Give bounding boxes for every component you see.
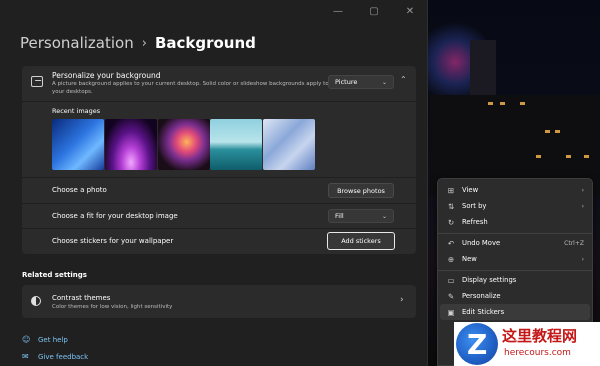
fit-label: Choose a fit for your desktop image (52, 212, 178, 220)
display-icon: ▭ (447, 275, 455, 285)
fit-value: Fill (335, 212, 344, 220)
chevron-right-icon: › (581, 186, 584, 194)
divider (22, 101, 416, 102)
background-type-value: Picture (335, 78, 358, 86)
choose-photo-label: Choose a photo (52, 186, 107, 194)
menu-item-refresh[interactable]: ↻ Refresh (440, 214, 590, 230)
menu-item-personalize[interactable]: ✎ Personalize (440, 288, 590, 304)
breadcrumb-separator: › (141, 35, 147, 51)
minimize-button[interactable]: — (331, 6, 345, 17)
menu-item-view[interactable]: ⊞ View › (440, 182, 590, 198)
grid-icon: ⊞ (447, 185, 455, 195)
breadcrumb: Personalization › Background (20, 34, 256, 52)
chevron-right-icon: › (400, 295, 404, 305)
city-light (536, 155, 541, 158)
city-light (500, 102, 505, 105)
chevron-right-icon: › (581, 202, 584, 210)
new-icon: ⊕ (447, 254, 455, 264)
menu-item-label: Sort by (462, 202, 487, 210)
contrast-themes-subtitle: Color themes for low vision, light sensi… (52, 304, 173, 310)
window-controls: — ▢ ✕ (331, 6, 417, 17)
shortcut-text: Ctrl+Z (564, 239, 584, 247)
sort-icon: ⇅ (447, 201, 455, 211)
menu-item-label: Edit Stickers (462, 308, 505, 316)
city-light (520, 102, 525, 105)
menu-item-label: Undo Move (462, 239, 501, 247)
background-type-dropdown[interactable]: Picture ⌄ (328, 75, 394, 89)
contrast-themes-title: Contrast themes (52, 294, 111, 302)
breadcrumb-personalization[interactable]: Personalization (20, 34, 134, 52)
menu-item-edit-stickers[interactable]: ▣ Edit Stickers (440, 304, 590, 320)
settings-window: — ▢ ✕ Personalization › Background Perso… (0, 0, 428, 366)
recent-image-thumbnail[interactable] (105, 119, 157, 170)
recent-image-thumbnail[interactable] (210, 119, 262, 170)
recent-image-thumbnail[interactable] (158, 119, 210, 170)
recent-images-label: Recent images (52, 107, 101, 115)
menu-item-label: Personalize (462, 292, 501, 300)
sticker-icon: ▣ (447, 307, 455, 317)
menu-item-undo-move[interactable]: ↶ Undo Move Ctrl+Z (440, 235, 590, 251)
menu-item-new[interactable]: ⊕ New › (440, 251, 590, 267)
menu-item-label: View (462, 186, 479, 194)
menu-item-display-settings[interactable]: ▭ Display settings (440, 272, 590, 288)
menu-item-label: New (462, 255, 477, 263)
menu-item-label: Display settings (462, 276, 517, 284)
contrast-icon (31, 296, 41, 306)
menu-item-sort-by[interactable]: ⇅ Sort by › (440, 198, 590, 214)
building-silhouette (470, 40, 496, 100)
page-title: Background (154, 34, 256, 52)
city-light (566, 155, 571, 158)
city-light (545, 130, 550, 133)
watermark-logo-icon (456, 323, 498, 365)
chevron-up-icon[interactable]: ⌃ (400, 75, 407, 84)
chevron-down-icon: ⌄ (381, 212, 387, 220)
personalize-background-card: Personalize your background A picture ba… (22, 66, 416, 254)
stickers-label: Choose stickers for your wallpaper (52, 237, 174, 245)
browse-photos-button[interactable]: Browse photos (328, 183, 394, 198)
city-light (555, 130, 560, 133)
recent-image-thumbnail[interactable] (52, 119, 104, 170)
city-light (488, 102, 493, 105)
close-button[interactable]: ✕ (403, 6, 417, 17)
watermark-url: herecours.com (504, 348, 571, 358)
divider (22, 177, 416, 178)
personalize-background-description: A picture background applies to your cur… (52, 81, 337, 95)
chevron-down-icon: ⌄ (381, 78, 387, 86)
menu-separator (438, 233, 592, 234)
watermark-title: 这里教程网 (502, 327, 578, 345)
give-feedback-link[interactable]: Give feedback (38, 353, 88, 361)
get-help-link[interactable]: Get help (38, 336, 68, 344)
chevron-right-icon: › (581, 255, 584, 263)
divider (22, 203, 416, 204)
personalize-background-title: Personalize your background (52, 71, 161, 80)
feedback-icon: ✉ (22, 352, 29, 361)
undo-icon: ↶ (447, 238, 455, 248)
brush-icon: ✎ (447, 291, 455, 301)
refresh-icon: ↻ (447, 217, 455, 227)
picture-icon (31, 76, 43, 87)
help-icon: ☺ (22, 335, 31, 344)
contrast-themes-card[interactable]: Contrast themes Color themes for low vis… (22, 285, 416, 318)
city-light (584, 155, 589, 158)
fit-dropdown[interactable]: Fill ⌄ (328, 209, 394, 223)
add-stickers-button[interactable]: Add stickers (327, 232, 395, 250)
related-settings-heading: Related settings (22, 271, 87, 279)
maximize-button[interactable]: ▢ (367, 6, 381, 17)
divider (22, 228, 416, 229)
recent-image-thumbnail[interactable] (263, 119, 315, 170)
watermark: 这里教程网 herecours.com (454, 322, 600, 366)
menu-separator (438, 270, 592, 271)
menu-item-label: Refresh (462, 218, 488, 226)
